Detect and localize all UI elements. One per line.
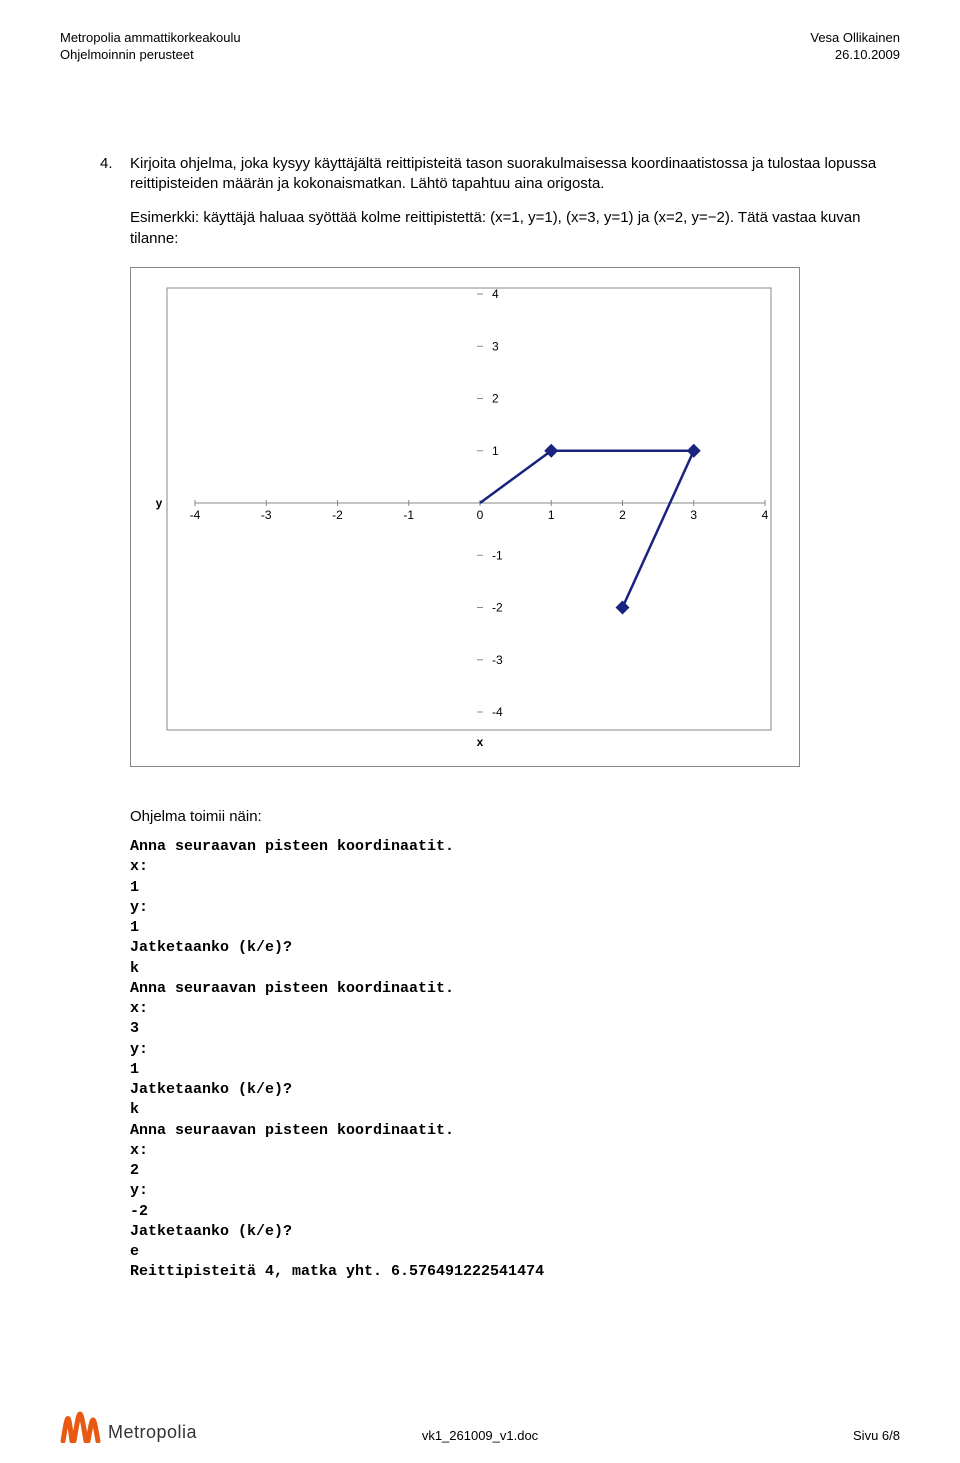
question-block: 4. Kirjoita ohjelma, joka kysyy käyttäjä… [100,154,900,1283]
svg-text:-4: -4 [190,508,201,522]
header-date: 26.10.2009 [810,47,900,64]
svg-text:-2: -2 [332,508,343,522]
svg-text:1: 1 [548,508,555,522]
svg-text:2: 2 [492,391,499,405]
chart-container: -4 -3 -2 -1 0 1 2 3 4 -4 -3 -2 -1 1 2 3 4 x y [130,267,800,767]
page-header: Metropolia ammattikorkeakoulu Ohjelmoinn… [60,30,900,64]
question-body: Kirjoita ohjelma, joka kysyy käyttäjältä… [130,154,900,1283]
page-footer: Metropolia vk1_261009_v1.doc Sivu 6/8 [60,1401,900,1443]
program-output: Anna seuraavan pisteen koordinaatit. x: … [130,837,900,1283]
header-course: Ohjelmoinnin perusteet [60,47,241,64]
svg-text:3: 3 [690,508,697,522]
svg-text:0: 0 [477,508,484,522]
svg-text:4: 4 [762,508,769,522]
svg-text:y: y [156,496,163,510]
header-author: Vesa Ollikainen [810,30,900,47]
question-para1: Kirjoita ohjelma, joka kysyy käyttäjältä… [130,154,900,195]
page: Metropolia ammattikorkeakoulu Ohjelmoinn… [0,0,960,1463]
header-org: Metropolia ammattikorkeakoulu [60,30,241,47]
header-left: Metropolia ammattikorkeakoulu Ohjelmoinn… [60,30,241,64]
header-right: Vesa Ollikainen 26.10.2009 [810,30,900,64]
svg-text:2: 2 [619,508,626,522]
svg-text:3: 3 [492,339,499,353]
run-intro: Ohjelma toimii näin: [130,807,900,827]
svg-text:1: 1 [492,444,499,458]
footer-filename: vk1_261009_v1.doc [60,1428,900,1443]
question-number: 4. [100,154,130,1283]
svg-text:-1: -1 [492,548,503,562]
svg-text:-2: -2 [492,600,503,614]
svg-text:x: x [477,735,484,749]
svg-text:4: 4 [492,287,499,301]
svg-text:-3: -3 [492,653,503,667]
question-para2: Esimerkki: käyttäjä haluaa syöttää kolme… [130,208,900,249]
chart-svg: -4 -3 -2 -1 0 1 2 3 4 -4 -3 -2 -1 1 2 3 4 x y [145,282,785,752]
svg-text:-1: -1 [403,508,414,522]
chart-border: -4 -3 -2 -1 0 1 2 3 4 -4 -3 -2 -1 1 2 3 4 x y [130,267,800,767]
svg-text:-4: -4 [492,705,503,719]
svg-text:-3: -3 [261,508,272,522]
